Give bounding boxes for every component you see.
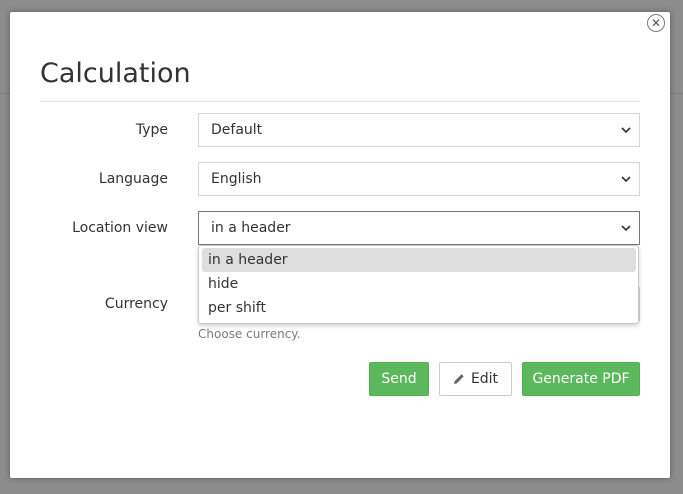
chevron-down-icon	[621, 127, 631, 134]
location-view-select[interactable]: in a header	[198, 211, 640, 245]
dropdown-option[interactable]: in a header	[202, 248, 636, 272]
pencil-icon	[453, 374, 464, 384]
type-select[interactable]: Default	[198, 113, 640, 147]
close-icon: ✕	[650, 16, 662, 30]
language-select[interactable]: English	[198, 162, 640, 196]
close-button[interactable]: ✕	[647, 14, 665, 32]
edit-button[interactable]: Edit	[439, 362, 512, 396]
edit-button-label: Edit	[470, 371, 499, 387]
location-view-select-value: in a header	[211, 220, 291, 236]
type-select-value: Default	[211, 122, 263, 138]
dropdown-option[interactable]: per shift	[202, 296, 636, 320]
title-divider	[40, 101, 640, 102]
send-button[interactable]: Send	[369, 362, 429, 396]
send-button-label: Send	[381, 371, 417, 387]
type-label: Type	[135, 122, 168, 138]
modal-title: Calculation	[40, 58, 191, 89]
chevron-down-icon	[621, 225, 631, 232]
currency-label: Currency	[104, 296, 168, 312]
location-view-dropdown: in a header hide per shift	[198, 245, 639, 324]
generate-pdf-button[interactable]: Generate PDF	[522, 362, 640, 396]
generate-pdf-button-label: Generate PDF	[532, 371, 630, 387]
currency-help-text: Choose currency.	[198, 327, 301, 341]
language-select-value: English	[211, 171, 262, 187]
location-view-label: Location view	[72, 220, 168, 236]
chevron-down-icon	[621, 176, 631, 183]
dropdown-option[interactable]: hide	[202, 272, 636, 296]
language-label: Language	[98, 171, 168, 187]
